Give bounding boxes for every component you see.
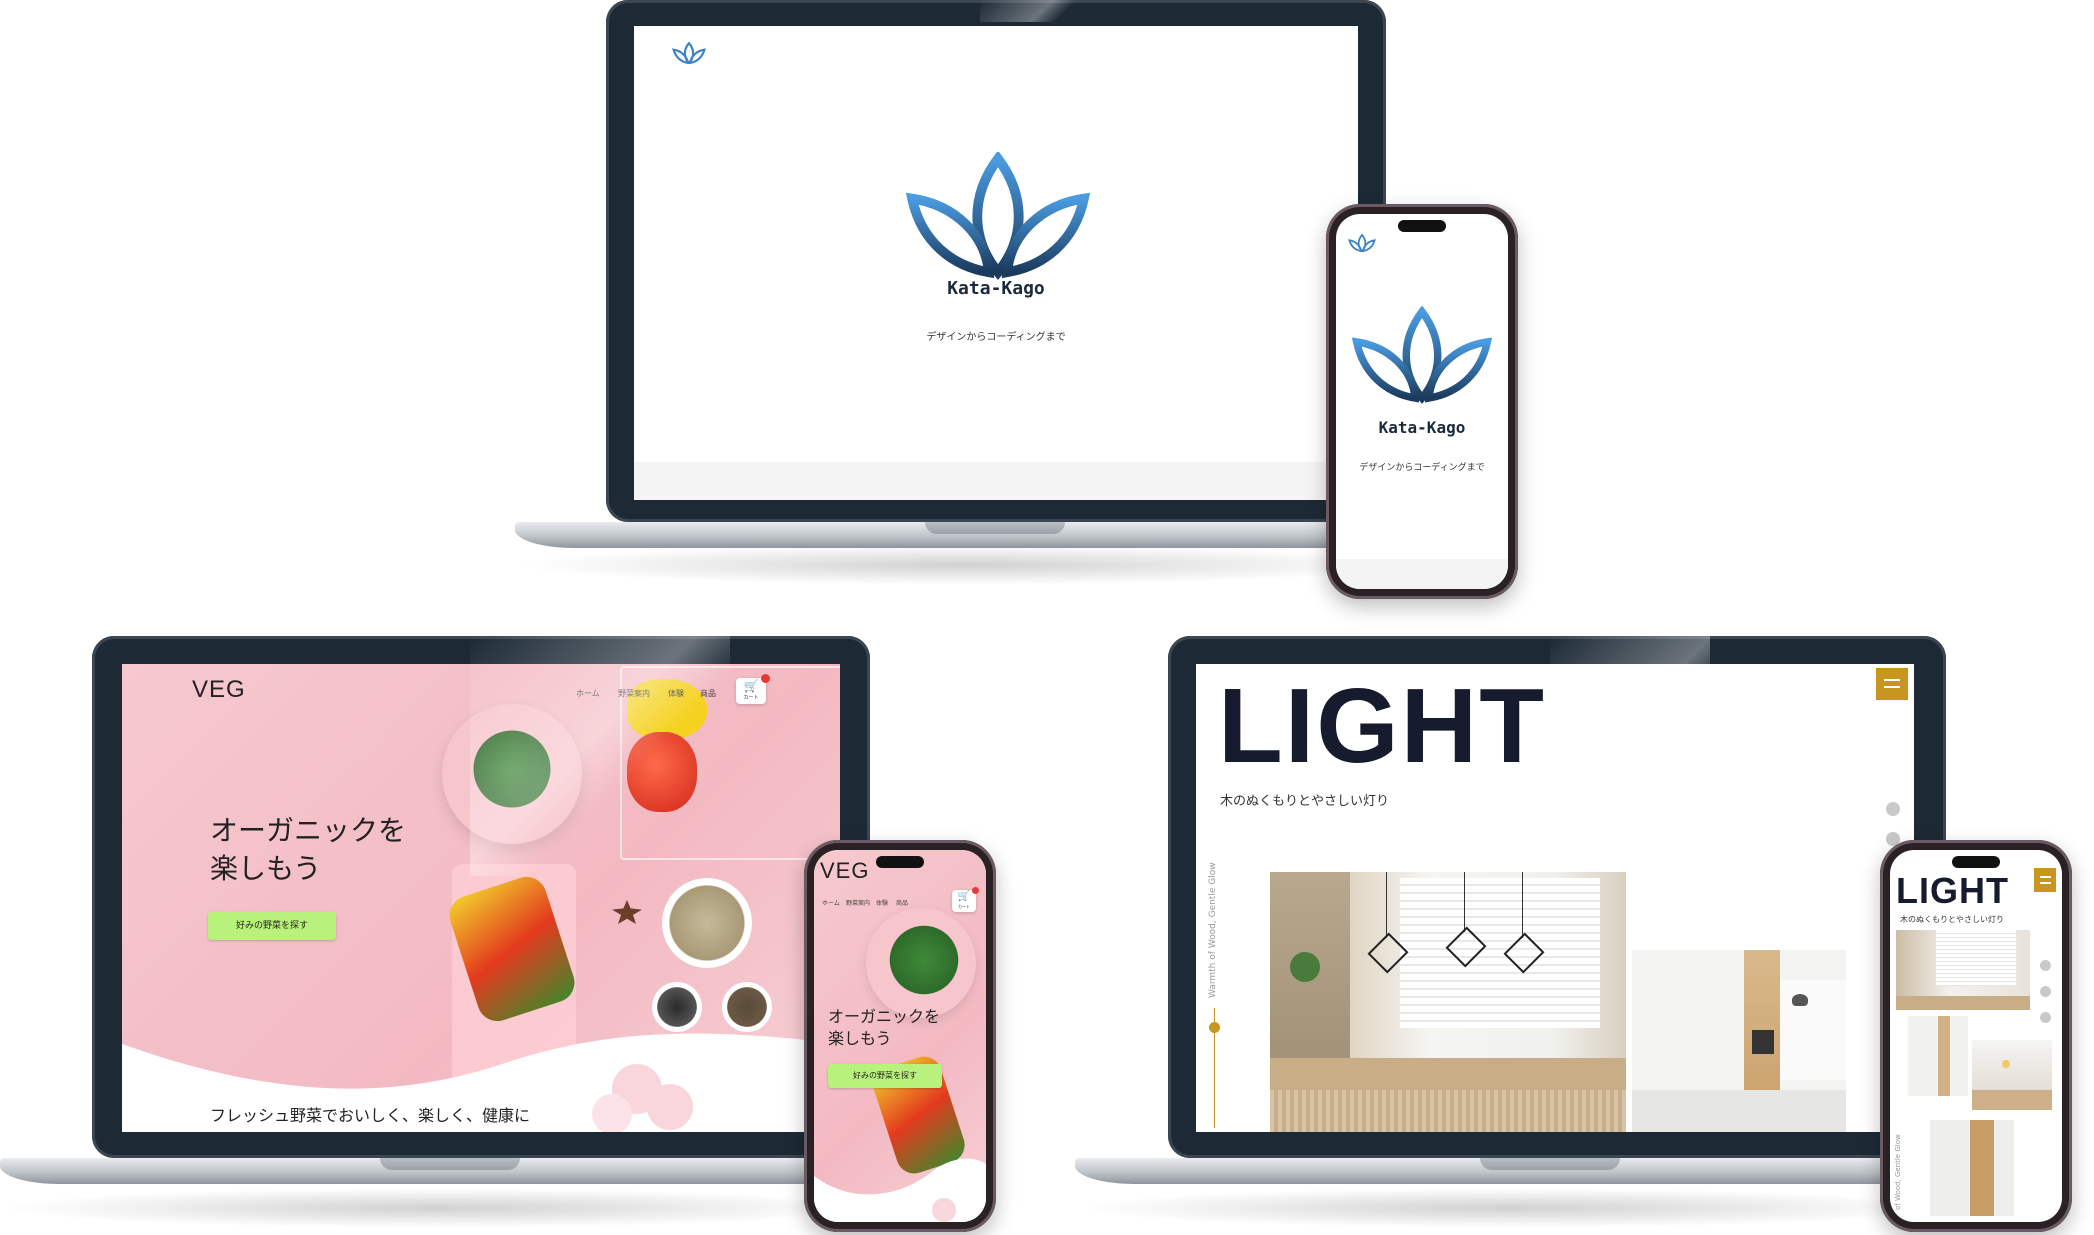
hero-title: LIGHT <box>1896 870 2009 911</box>
scroll-indicator-dot <box>1209 1022 1220 1033</box>
cart-badge <box>761 674 770 683</box>
brand-title: Kata-Kago <box>947 278 1045 299</box>
interior-photo-1 <box>1270 872 1626 1090</box>
veg-mobile-screen: VEG ホーム 野菜案内 体験 商品 🛒 カート オーガニックを 楽しもう 好み… <box>814 850 986 1222</box>
hero-subtitle: 木のぬくもりとやさしい灯り <box>1220 794 1390 809</box>
find-vegetables-button[interactable]: 好みの野菜を探す <box>828 1064 942 1088</box>
interior-photo-2 <box>1632 950 1846 1132</box>
kata-kago-phone: Kata-Kago デザインからコーディングまで <box>1326 204 1518 599</box>
nav-experience[interactable]: 体験 <box>876 898 888 907</box>
nav-vegetables[interactable]: 野菜案内 <box>618 688 650 699</box>
facebook-icon[interactable] <box>2040 986 2051 997</box>
site-logo[interactable]: VEG <box>192 676 246 704</box>
twitter-icon[interactable] <box>1886 802 1900 816</box>
vertical-caption: Warmth of Wood, Gentle Glow <box>1208 862 1218 998</box>
interior-photo-3 <box>1972 1040 2052 1110</box>
instagram-icon[interactable] <box>2040 1012 2051 1023</box>
cart-label: カート <box>743 695 759 701</box>
menu-icon <box>2039 876 2051 878</box>
hero-subtitle: 木のぬくもりとやさしい灯り <box>1900 915 2004 924</box>
lotus-logo-icon <box>1352 306 1492 404</box>
find-vegetables-button[interactable]: 好みの野菜を探す <box>208 912 336 940</box>
light-mobile-screen: LIGHT 木のぬくもりとやさしい灯り of Wood, Gentle Glow <box>1890 850 2062 1222</box>
footer-bar <box>634 462 1358 500</box>
hero-line-2: 楽しもう <box>210 851 322 885</box>
light-desktop-screen: LIGHT 木のぬくもりとやさしい灯り Warmth of Wood, Gent… <box>1196 664 1914 1132</box>
section-tagline: フレッシュ野菜でおいしく、楽しく、健康に <box>210 1106 531 1125</box>
hero-title: LIGHT <box>1218 667 1546 785</box>
brand-title: Kata-Kago <box>1378 418 1466 437</box>
cart-button[interactable]: 🛒 カート <box>952 887 979 912</box>
cart-button[interactable]: 🛒 カート <box>736 674 770 704</box>
nav-products[interactable]: 商品 <box>896 898 908 907</box>
lotus-logo-icon <box>906 152 1090 280</box>
tagline: デザインからコーディングまで <box>1359 463 1485 473</box>
tagline: デザインからコーディングまで <box>926 332 1066 343</box>
veg-phone: VEG ホーム 野菜案内 体験 商品 🛒 カート オーガニックを 楽しもう 好み… <box>804 840 996 1232</box>
nav-experience[interactable]: 体験 <box>668 688 684 699</box>
hero-line-1: オーガニックを <box>210 814 407 847</box>
interior-photo-1 <box>1896 930 2030 1010</box>
vertical-caption: of Wood, Gentle Glow <box>1894 1134 1902 1210</box>
nav-vegetables[interactable]: 野菜案内 <box>846 898 870 907</box>
lotus-logo-icon <box>672 42 706 64</box>
cart-label: カート <box>958 904 970 909</box>
interior-photo-2 <box>1908 1016 1968 1096</box>
footer-bar <box>1336 559 1508 589</box>
veg-desktop-screen: VEG ホーム 野菜案内 体験 商品 🛒 カート オーガニックを 楽しもう 好み… <box>122 664 840 1132</box>
hero-line-2: 楽しもう <box>828 1028 892 1048</box>
interior-photo-4 <box>1930 1120 2014 1216</box>
nav-home[interactable]: ホーム <box>822 898 840 907</box>
menu-button[interactable] <box>2034 868 2056 892</box>
twitter-icon[interactable] <box>2040 960 2051 971</box>
kata-kago-desktop-screen: Kata-Kago デザインからコーディングまで <box>634 26 1358 500</box>
hero-heading: オーガニックを 楽しもう <box>828 1006 940 1049</box>
nav-products[interactable]: 商品 <box>700 688 716 699</box>
lotus-logo-icon <box>1348 234 1376 252</box>
hero-heading: オーガニックを 楽しもう <box>210 812 406 888</box>
nav-home[interactable]: ホーム <box>576 688 600 699</box>
menu-button[interactable] <box>1876 668 1908 700</box>
menu-icon <box>1884 679 1900 681</box>
site-logo[interactable]: VEG <box>820 858 869 884</box>
hero-line-1: オーガニックを <box>828 1007 941 1026</box>
light-phone: LIGHT 木のぬくもりとやさしい灯り of Wood, Gentle Glow <box>1880 840 2072 1232</box>
cart-badge <box>972 887 979 894</box>
kata-kago-mobile-screen: Kata-Kago デザインからコーディングまで <box>1336 214 1508 589</box>
